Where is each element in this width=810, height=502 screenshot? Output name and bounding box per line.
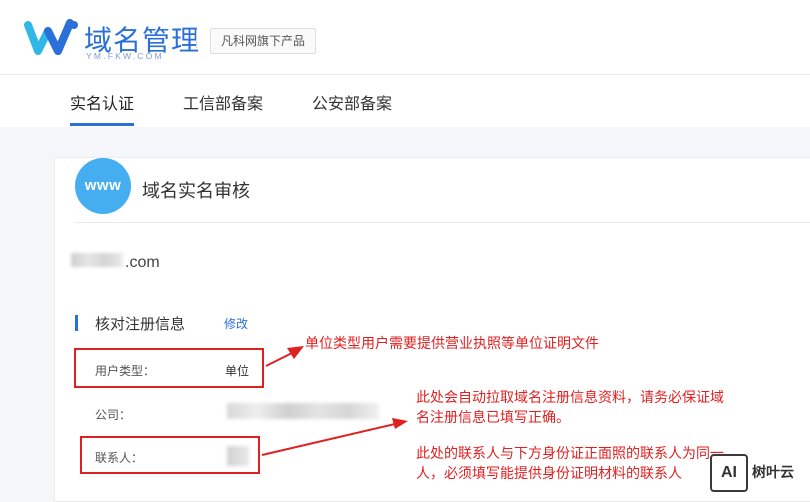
watermark-ai-icon: AI xyxy=(710,454,748,492)
arrow-user-type xyxy=(265,346,304,367)
annotation-arrows xyxy=(261,346,408,456)
watermark: AI 树叶云 xyxy=(708,452,808,492)
annotation-contact-line2: 人，必须填写能提供身份证明材料的联系人 xyxy=(416,465,682,481)
annotation-auto-fetch-line1: 此处会自动拉取域名注册信息资料，请务必保证域 xyxy=(416,389,724,405)
arrow-contact xyxy=(261,418,408,456)
watermark-text: 树叶云 xyxy=(752,464,794,480)
annotation-auto-fetch-line2: 名注册信息已填写正确。 xyxy=(416,409,570,425)
annotation-contact-line1: 此处的联系人与下方身份证正面照的联系人为同一 xyxy=(416,445,724,461)
annotation-user-type: 单位类型用户需要提供营业执照等单位证明文件 xyxy=(305,335,599,351)
